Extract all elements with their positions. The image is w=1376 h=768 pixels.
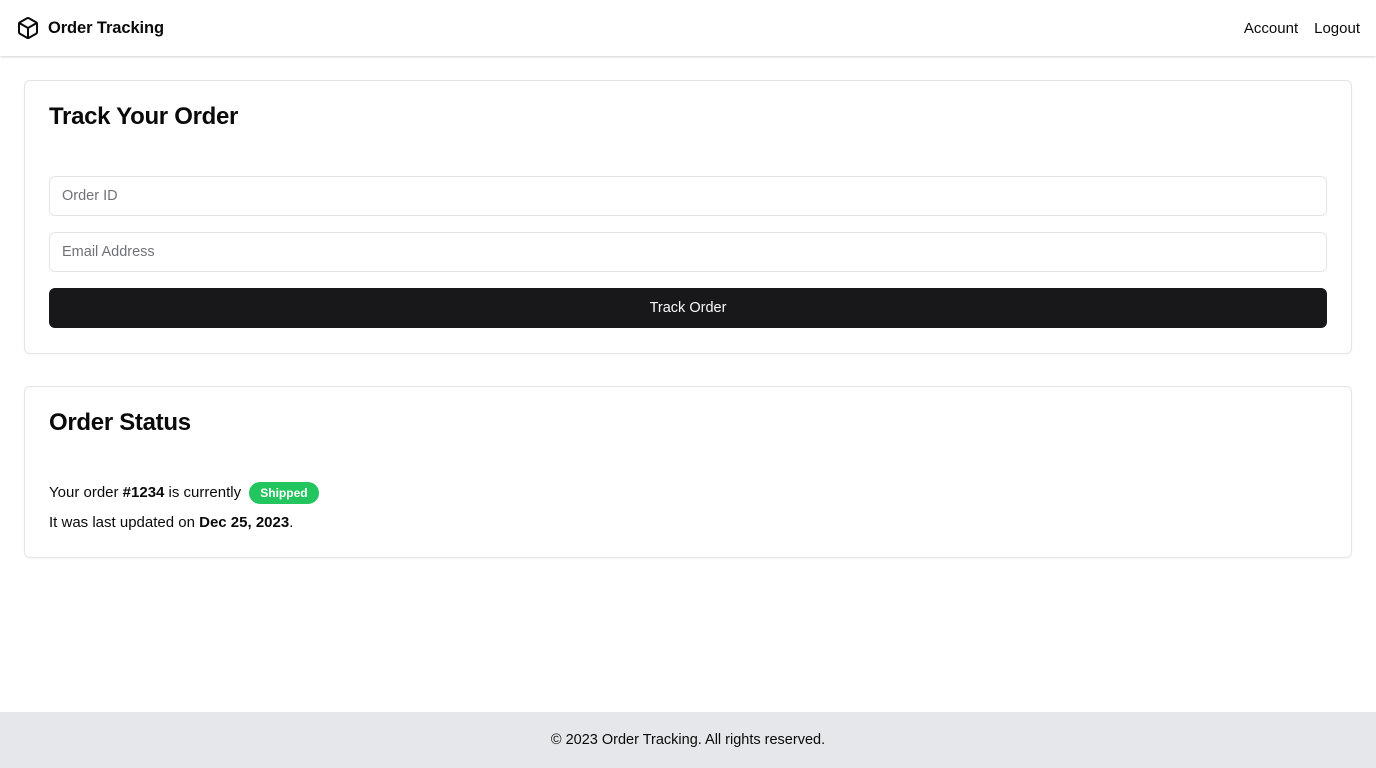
page: Order Tracking Account Logout Track Your… <box>0 0 1376 768</box>
top-navbar: Order Tracking Account Logout <box>0 0 1376 56</box>
copyright-text: © 2023 Order Tracking. All rights reserv… <box>550 732 826 748</box>
track-order-form: Track Order <box>49 176 1327 328</box>
order-number: #1234 <box>122 484 165 501</box>
updated-line: It was last updated on Dec 25, 2023. <box>49 508 1327 538</box>
email-input[interactable] <box>49 232 1327 272</box>
updated-line-suffix: . <box>289 514 294 531</box>
account-link[interactable]: Account <box>1244 20 1298 37</box>
package-icon <box>16 16 40 40</box>
status-line-middle: is currently <box>164 484 246 501</box>
order-status-card: Order Status Your order #1234 is current… <box>24 386 1352 558</box>
header-nav: Account Logout <box>1244 20 1360 37</box>
status-line-prefix: Your order <box>49 484 123 501</box>
track-order-button[interactable]: Track Order <box>49 288 1327 328</box>
order-status-title: Order Status <box>49 409 191 436</box>
footer: © 2023 Order Tracking. All rights reserv… <box>0 712 1376 768</box>
main-content: Track Your Order Track Order Order Statu… <box>0 56 1376 712</box>
updated-date: Dec 25, 2023 <box>199 514 290 531</box>
status-body: Your order #1234 is currently Shipped It… <box>49 478 1327 538</box>
brand-name: Order Tracking <box>48 18 164 37</box>
track-order-title: Track Your Order <box>49 103 239 130</box>
logout-link[interactable]: Logout <box>1314 20 1360 37</box>
track-order-card: Track Your Order Track Order <box>24 80 1352 354</box>
status-badge: Shipped <box>249 482 319 504</box>
status-line: Your order #1234 is currently Shipped <box>49 478 1327 508</box>
brand-link[interactable]: Order Tracking <box>16 16 164 40</box>
order-id-input[interactable] <box>49 176 1327 216</box>
updated-line-prefix: It was last updated on <box>49 514 200 531</box>
